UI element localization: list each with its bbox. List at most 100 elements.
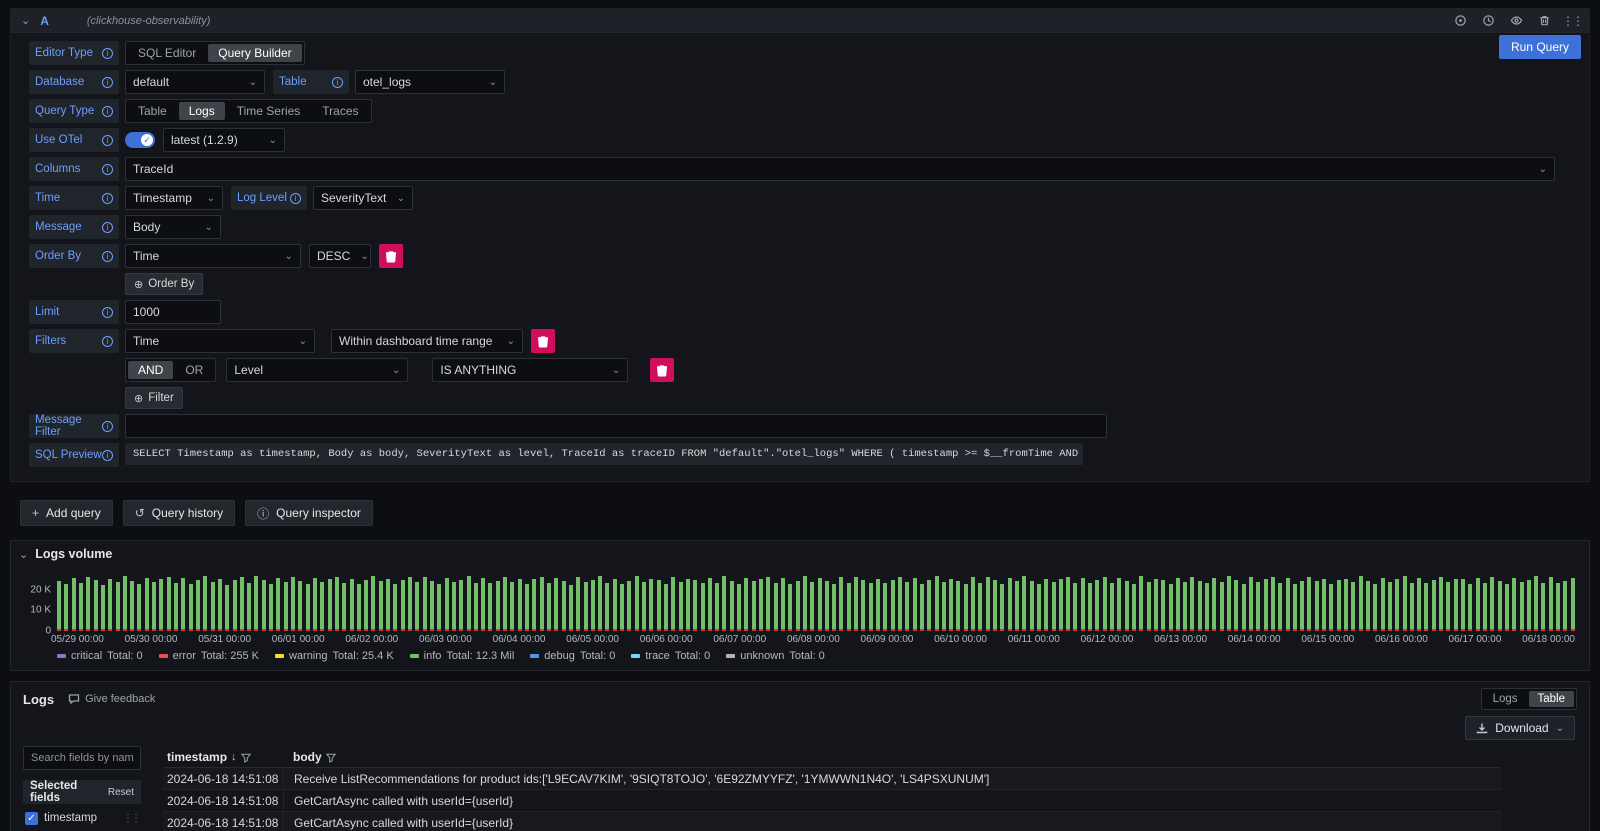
- editor-type-sql-editor[interactable]: SQL Editor: [128, 44, 206, 62]
- legend-item-trace[interactable]: traceTotal: 0: [631, 650, 710, 662]
- add-order-by-button[interactable]: ⊕ Order By: [125, 273, 203, 295]
- query-type-table[interactable]: Table: [128, 102, 177, 120]
- info-icon[interactable]: i: [102, 135, 113, 146]
- editor-type-query-builder[interactable]: Query Builder: [208, 44, 301, 62]
- volume-bar: [971, 577, 975, 631]
- volume-bar: [847, 583, 851, 631]
- filter-bool-and[interactable]: AND: [128, 361, 173, 379]
- remove-order-by-button[interactable]: [379, 244, 403, 268]
- filter2-condition-select[interactable]: IS ANYTHING⌄: [432, 358, 628, 382]
- message-filter-input[interactable]: [125, 414, 1107, 438]
- search-fields-input[interactable]: [23, 746, 141, 770]
- filter-funnel-icon[interactable]: [241, 752, 251, 762]
- message-column-select[interactable]: Body⌄: [125, 215, 221, 239]
- info-icon[interactable]: i: [102, 106, 113, 117]
- otel-version-select[interactable]: latest (1.2.9)⌄: [163, 128, 285, 152]
- columns-multiselect[interactable]: TraceId⌄: [125, 157, 1555, 181]
- info-icon[interactable]: i: [102, 251, 113, 262]
- copy-query-icon[interactable]: [1453, 14, 1467, 28]
- volume-bar: [1220, 582, 1224, 631]
- add-filter-button[interactable]: ⊕ Filter: [125, 387, 183, 409]
- info-icon[interactable]: i: [102, 307, 113, 318]
- legend-item-error[interactable]: errorTotal: 255 K: [159, 650, 259, 662]
- download-button[interactable]: Download ⌄: [1465, 716, 1575, 740]
- volume-bar: [1388, 582, 1392, 631]
- info-icon[interactable]: i: [102, 193, 113, 204]
- table-select[interactable]: otel_logs⌄: [355, 70, 505, 94]
- legend-item-critical[interactable]: criticalTotal: 0: [57, 650, 143, 662]
- collapse-query-icon[interactable]: ⌄: [21, 14, 30, 27]
- query-history-icon[interactable]: [1481, 14, 1495, 28]
- volume-bar: [766, 577, 770, 631]
- view-toggle-logs[interactable]: Logs: [1484, 691, 1527, 707]
- reset-fields-button[interactable]: Reset: [108, 787, 134, 798]
- checkbox-checked[interactable]: ✓: [25, 812, 38, 825]
- volume-bar: [956, 581, 960, 632]
- volume-bar: [759, 579, 763, 631]
- info-icon[interactable]: i: [290, 193, 301, 204]
- info-icon[interactable]: i: [332, 77, 343, 88]
- legend-item-debug[interactable]: debugTotal: 0: [530, 650, 615, 662]
- volume-bar: [1095, 580, 1099, 631]
- volume-bar: [1571, 578, 1575, 631]
- volume-bar: [262, 580, 266, 631]
- info-icon[interactable]: i: [102, 222, 113, 233]
- order-by-field-select[interactable]: Time⌄: [125, 244, 301, 268]
- log-level-select[interactable]: SeverityText⌄: [313, 186, 413, 210]
- timestamp-column-header[interactable]: timestamp: [167, 750, 227, 764]
- sort-desc-icon[interactable]: ↓: [231, 751, 237, 763]
- volume-bar: [1432, 580, 1436, 631]
- filter2-field-select[interactable]: Level⌄: [226, 358, 408, 382]
- query-ref-id[interactable]: A: [40, 14, 49, 28]
- database-select[interactable]: default⌄: [125, 70, 265, 94]
- limit-input[interactable]: [125, 300, 221, 324]
- filter-funnel-icon[interactable]: [326, 752, 336, 762]
- run-query-button[interactable]: Run Query: [1499, 35, 1581, 59]
- info-icon[interactable]: i: [102, 421, 113, 432]
- drag-handle-icon[interactable]: ⋮⋮: [123, 813, 139, 824]
- give-feedback-link[interactable]: Give feedback: [68, 693, 155, 705]
- info-icon[interactable]: i: [102, 450, 113, 461]
- remove-filter2-button[interactable]: [650, 358, 674, 382]
- volume-bar: [94, 580, 98, 631]
- query-type-time-series[interactable]: Time Series: [227, 102, 311, 120]
- volume-bar: [1161, 580, 1165, 631]
- volume-bar: [1403, 576, 1407, 631]
- filter-field-select[interactable]: Time⌄: [125, 329, 315, 353]
- query-inspector-button[interactable]: ⓘ Query inspector: [245, 500, 373, 526]
- legend-item-info[interactable]: infoTotal: 12.3 Mil: [410, 650, 515, 662]
- drag-handle-icon[interactable]: ⋮⋮: [1565, 14, 1579, 28]
- volume-bar: [1300, 581, 1304, 632]
- volume-bar: [284, 582, 288, 631]
- filter-condition-select[interactable]: Within dashboard time range⌄: [331, 329, 523, 353]
- info-icon[interactable]: i: [102, 77, 113, 88]
- add-query-button[interactable]: + Add query: [20, 500, 113, 526]
- body-cell: Receive ListRecommendations for product …: [283, 768, 1501, 789]
- hide-response-icon[interactable]: [1509, 14, 1523, 28]
- order-by-direction-select[interactable]: DESC⌄: [309, 244, 371, 268]
- filter-bool-or[interactable]: OR: [175, 361, 213, 379]
- use-otel-toggle[interactable]: ✓: [125, 132, 155, 148]
- x-tick-label: 06/13 00:00: [1154, 634, 1207, 645]
- info-icon[interactable]: i: [102, 336, 113, 347]
- volume-bar: [57, 581, 61, 631]
- volume-bar: [393, 584, 397, 631]
- collapse-logs-volume-icon[interactable]: ⌄: [19, 548, 28, 561]
- volume-bar: [459, 580, 463, 631]
- query-type-traces[interactable]: Traces: [312, 102, 368, 120]
- info-icon[interactable]: i: [102, 48, 113, 59]
- volume-bar: [1052, 582, 1056, 631]
- remove-filter-button[interactable]: [531, 329, 555, 353]
- body-column-header[interactable]: body: [293, 750, 322, 764]
- query-history-button[interactable]: ↺ Query history: [123, 500, 235, 526]
- remove-query-icon[interactable]: [1537, 14, 1551, 28]
- legend-item-unknown[interactable]: unknownTotal: 0: [726, 650, 825, 662]
- legend-item-warning[interactable]: warningTotal: 25.4 K: [275, 650, 394, 662]
- time-column-select[interactable]: Timestamp⌄: [125, 186, 223, 210]
- info-icon[interactable]: i: [102, 164, 113, 175]
- volume-bar: [64, 584, 68, 631]
- view-toggle-table[interactable]: Table: [1529, 691, 1575, 707]
- volume-bar: [1344, 579, 1348, 631]
- query-type-logs[interactable]: Logs: [179, 102, 225, 120]
- volume-bar: [620, 584, 624, 631]
